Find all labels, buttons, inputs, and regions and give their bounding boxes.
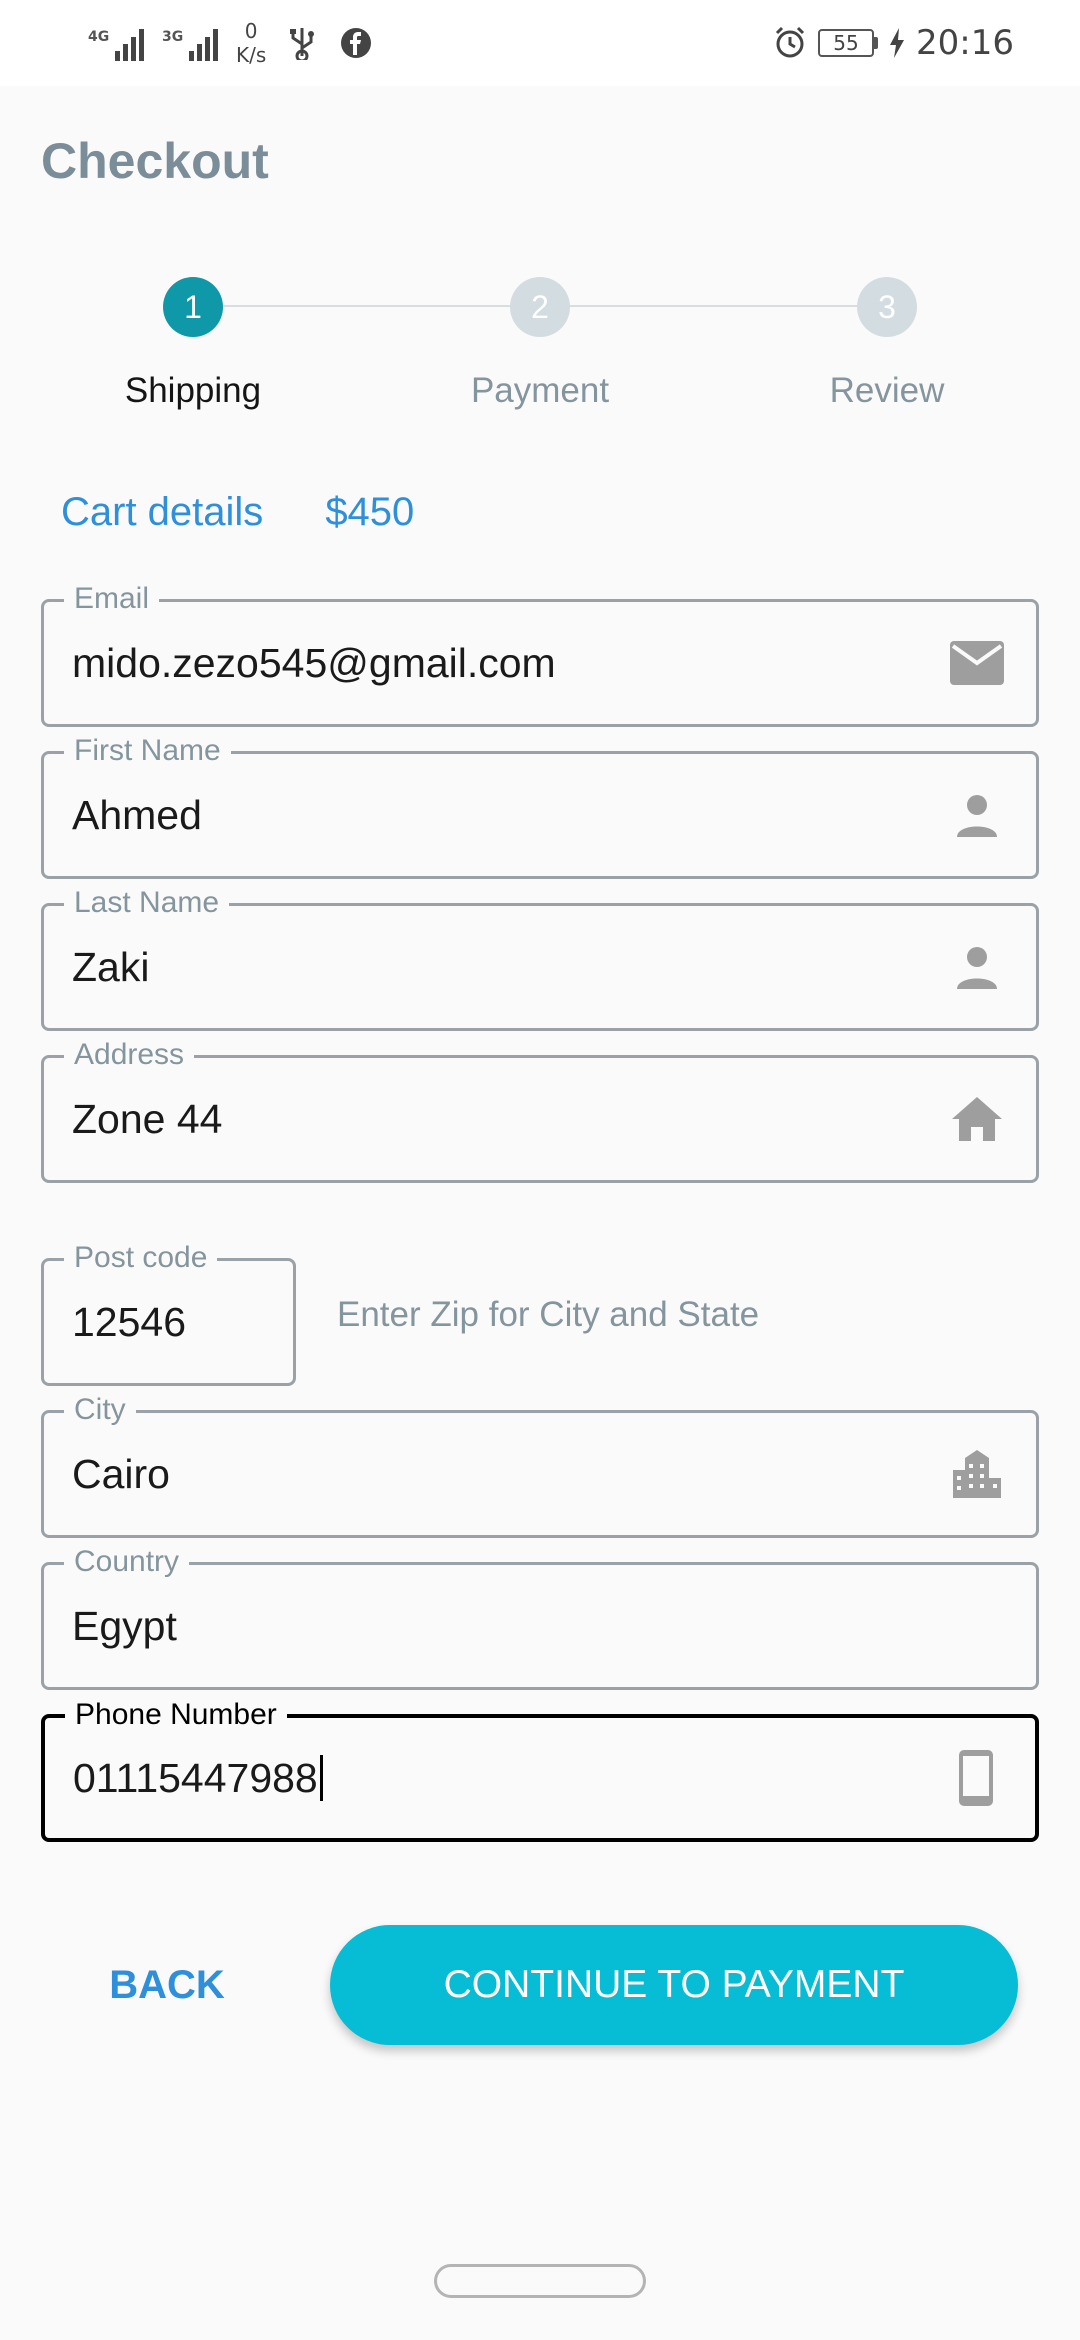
home-icon: [950, 1092, 1004, 1146]
charging-icon: [888, 25, 906, 61]
country-value[interactable]: Egypt: [72, 1565, 177, 1687]
phone-number-value: 01115447988: [73, 1754, 318, 1801]
cart-details-link[interactable]: Cart details: [61, 490, 263, 535]
email-field[interactable]: Email mido.zezo545@gmail.com: [41, 580, 1039, 727]
step-label: Shipping: [124, 371, 262, 410]
person-icon: [950, 940, 1004, 994]
phone-icon: [949, 1750, 1003, 1806]
step-number: 1: [163, 277, 223, 337]
step-review[interactable]: 3 Review: [767, 277, 1007, 411]
clock: 20:16: [916, 23, 1014, 63]
cart-total: $450: [325, 490, 415, 534]
network-speed: 0 K/s: [236, 19, 266, 67]
back-button[interactable]: BACK: [82, 1925, 252, 2045]
post-code-field[interactable]: Post code 12546: [41, 1239, 296, 1386]
network-type-label: 4G: [88, 29, 110, 45]
signal-4g-icon: 4G: [88, 25, 144, 61]
alarm-icon: [772, 25, 808, 61]
person-icon: [950, 788, 1004, 842]
city-field[interactable]: City Cairo: [41, 1391, 1039, 1538]
country-field[interactable]: Country Egypt: [41, 1543, 1039, 1690]
phone-number-field[interactable]: Phone Number 01115447988: [41, 1696, 1039, 1842]
text-caret: [319, 1755, 323, 1801]
checkout-stepper: 1 Shipping 2 Payment 3 Review: [0, 277, 1080, 417]
home-indicator[interactable]: [434, 2264, 646, 2298]
network-speed-unit: K/s: [236, 43, 267, 67]
step-number: 3: [857, 277, 917, 337]
status-left: 4G 3G 0 K/s: [88, 18, 374, 68]
step-number: 2: [510, 277, 570, 337]
battery-icon: 55: [818, 29, 879, 57]
zip-hint: Enter Zip for City and State: [337, 1295, 760, 1334]
city-value[interactable]: Cairo: [72, 1413, 170, 1535]
usb-icon: [284, 25, 320, 61]
address-value[interactable]: Zone 44: [72, 1058, 222, 1180]
signal-3g-icon: 3G: [162, 25, 218, 61]
step-label: Review: [829, 371, 945, 410]
city-icon: [950, 1447, 1004, 1501]
email-value[interactable]: mido.zezo545@gmail.com: [72, 602, 556, 724]
step-shipping[interactable]: 1 Shipping: [73, 277, 313, 411]
network-speed-value: 0: [244, 19, 258, 43]
page-title: Checkout: [41, 133, 269, 189]
last-name-value[interactable]: Zaki: [72, 906, 149, 1028]
first-name-field[interactable]: First Name Ahmed: [41, 732, 1039, 879]
step-payment[interactable]: 2 Payment: [420, 277, 660, 411]
step-label: Payment: [470, 371, 610, 410]
post-code-value[interactable]: 12546: [72, 1261, 186, 1383]
first-name-value[interactable]: Ahmed: [72, 754, 202, 876]
mail-icon: [950, 636, 1004, 690]
address-field[interactable]: Address Zone 44: [41, 1036, 1039, 1183]
status-bar: 4G 3G 0 K/s 55 20:16: [0, 0, 1080, 86]
facebook-icon: [338, 25, 374, 61]
last-name-field[interactable]: Last Name Zaki: [41, 884, 1039, 1031]
cart-summary: Cart details $450: [61, 490, 414, 535]
continue-to-payment-button[interactable]: CONTINUE TO PAYMENT: [330, 1925, 1018, 2045]
status-right: 55 20:16: [772, 18, 1014, 68]
phone-number-input[interactable]: 01115447988: [73, 1718, 323, 1838]
network-type-label: 3G: [162, 29, 184, 45]
battery-level: 55: [818, 29, 875, 57]
